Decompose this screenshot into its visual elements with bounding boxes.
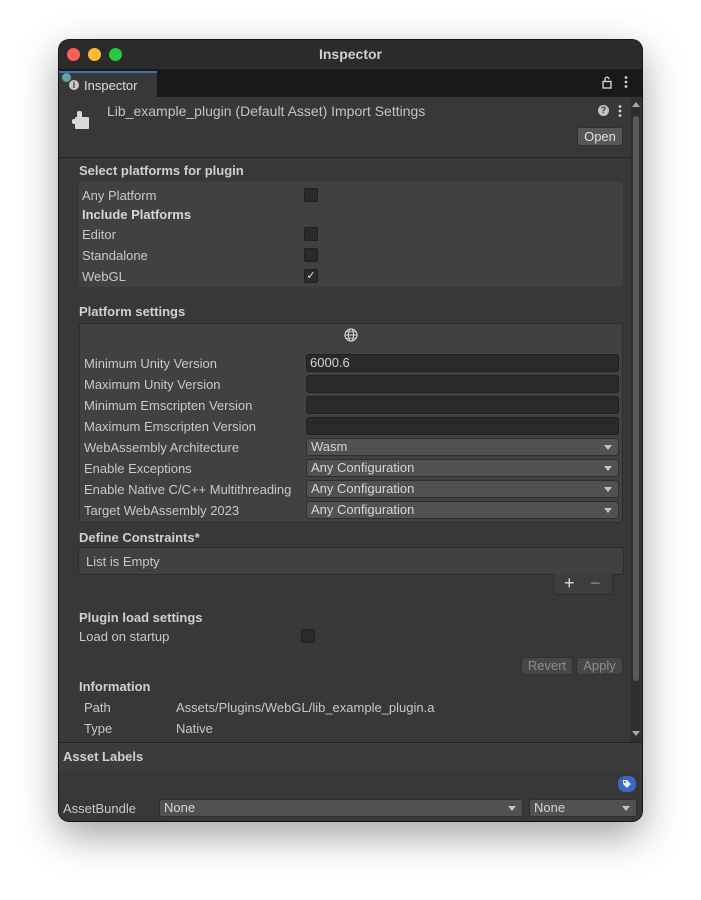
asset-labels-bar[interactable]: Asset Labels bbox=[59, 742, 642, 772]
asset-bundle-name-value: None bbox=[164, 800, 196, 815]
min-emscripten-version-label: Minimum Emscripten Version bbox=[84, 398, 253, 413]
max-unity-version-label: Maximum Unity Version bbox=[84, 377, 221, 392]
info-path-value: Assets/Plugins/WebGL/lib_example_plugin.… bbox=[176, 700, 435, 715]
chevron-down-icon bbox=[622, 806, 630, 811]
platform-editor-label: Editor bbox=[82, 227, 116, 242]
import-settings-header: Lib_example_plugin (Default Asset) Impor… bbox=[59, 97, 632, 158]
info-path-label: Path bbox=[84, 700, 111, 715]
header-menu-icon[interactable] bbox=[618, 104, 622, 118]
target-wasm-2023-value: Any Configuration bbox=[311, 502, 415, 517]
any-platform-checkbox[interactable] bbox=[304, 188, 318, 202]
target-wasm-2023-dropdown[interactable]: Any Configuration bbox=[306, 501, 619, 519]
asset-bundle-variant-value: None bbox=[534, 800, 566, 815]
wasm-architecture-value: Wasm bbox=[311, 439, 348, 454]
scrollbar-thumb[interactable] bbox=[633, 116, 639, 681]
constraints-footer bbox=[553, 574, 613, 595]
load-on-startup-label: Load on startup bbox=[79, 629, 170, 644]
multithreading-dropdown[interactable]: Any Configuration bbox=[306, 480, 619, 498]
platform-editor-checkbox[interactable] bbox=[304, 227, 318, 241]
plugin-icon bbox=[72, 111, 89, 129]
info-type-label: Type bbox=[84, 721, 113, 736]
max-unity-version-input[interactable] bbox=[306, 375, 619, 393]
apply-button[interactable]: Apply bbox=[576, 657, 623, 675]
chevron-down-icon bbox=[604, 487, 612, 492]
chevron-down-icon bbox=[604, 466, 612, 471]
revert-button[interactable]: Revert bbox=[521, 657, 573, 675]
help-icon[interactable]: ? bbox=[598, 105, 609, 116]
plugin-load-settings-title: Plugin load settings bbox=[79, 610, 203, 625]
min-unity-version-input[interactable]: 6000.6 bbox=[306, 354, 619, 372]
wasm-architecture-dropdown[interactable]: Wasm bbox=[306, 438, 619, 456]
tab-inspector[interactable]: i Inspector bbox=[59, 71, 157, 97]
chevron-down-icon bbox=[508, 806, 516, 811]
inspector-scrollbar[interactable] bbox=[631, 98, 641, 742]
enable-exceptions-label: Enable Exceptions bbox=[84, 461, 192, 476]
load-on-startup-checkbox[interactable] bbox=[301, 629, 315, 643]
multithreading-label: Enable Native C/C++ Multithreading bbox=[84, 482, 292, 497]
define-constraints-title: Define Constraints* bbox=[79, 530, 200, 545]
target-wasm-2023-label: Target WebAssembly 2023 bbox=[84, 503, 240, 518]
chevron-down-icon bbox=[604, 508, 612, 513]
max-emscripten-version-input[interactable] bbox=[306, 417, 619, 435]
info-type-value: Native bbox=[176, 721, 213, 736]
window-title: Inspector bbox=[318, 46, 382, 62]
title-bar[interactable]: Inspector bbox=[59, 40, 642, 70]
platforms-box bbox=[79, 182, 623, 287]
constraints-empty-text: List is Empty bbox=[86, 554, 160, 569]
add-constraint-button[interactable]: + bbox=[564, 573, 575, 594]
enable-exceptions-value: Any Configuration bbox=[311, 460, 415, 475]
enable-exceptions-dropdown[interactable]: Any Configuration bbox=[306, 459, 619, 477]
max-emscripten-version-label: Maximum Emscripten Version bbox=[84, 419, 256, 434]
asset-bundle-area: AssetBundle None None bbox=[59, 771, 642, 821]
platform-standalone-checkbox[interactable] bbox=[304, 248, 318, 262]
asset-labels-title: Asset Labels bbox=[63, 749, 144, 764]
platform-webgl-checkbox[interactable]: ✓ bbox=[304, 269, 318, 283]
scroll-down-icon[interactable] bbox=[632, 731, 640, 736]
tab-bar: i Inspector bbox=[59, 70, 642, 97]
import-settings-title: Lib_example_plugin (Default Asset) Impor… bbox=[107, 103, 426, 119]
asset-bundle-name-dropdown[interactable]: None bbox=[159, 799, 523, 817]
multithreading-value: Any Configuration bbox=[311, 481, 415, 496]
tab-inspector-label: Inspector bbox=[84, 78, 138, 93]
platform-standalone-label: Standalone bbox=[82, 248, 148, 263]
info-icon: i bbox=[69, 80, 79, 90]
asset-bundle-variant-dropdown[interactable]: None bbox=[529, 799, 637, 817]
asset-bundle-label: AssetBundle bbox=[63, 801, 136, 816]
tag-icon[interactable] bbox=[618, 776, 636, 792]
platform-webgl-label: WebGL bbox=[82, 269, 126, 284]
information-title: Information bbox=[79, 679, 151, 694]
tab-menu-icon[interactable] bbox=[624, 75, 628, 89]
any-platform-label: Any Platform bbox=[82, 188, 157, 203]
open-button[interactable]: Open bbox=[577, 127, 623, 146]
scroll-up-icon[interactable] bbox=[632, 102, 640, 107]
min-emscripten-version-input[interactable] bbox=[306, 396, 619, 414]
wasm-architecture-label: WebAssembly Architecture bbox=[84, 440, 240, 455]
platform-settings-title: Platform settings bbox=[79, 304, 186, 319]
include-platforms-label: Include Platforms bbox=[82, 207, 192, 222]
min-unity-version-label: Minimum Unity Version bbox=[84, 356, 217, 371]
remove-constraint-button[interactable]: − bbox=[590, 573, 601, 594]
globe-icon[interactable] bbox=[344, 328, 358, 342]
lock-icon[interactable] bbox=[602, 76, 612, 89]
select-platforms-title: Select platforms for plugin bbox=[79, 163, 244, 178]
inspector-window: Inspector i Inspector Lib_example_plugin… bbox=[59, 40, 642, 821]
chevron-down-icon bbox=[604, 445, 612, 450]
